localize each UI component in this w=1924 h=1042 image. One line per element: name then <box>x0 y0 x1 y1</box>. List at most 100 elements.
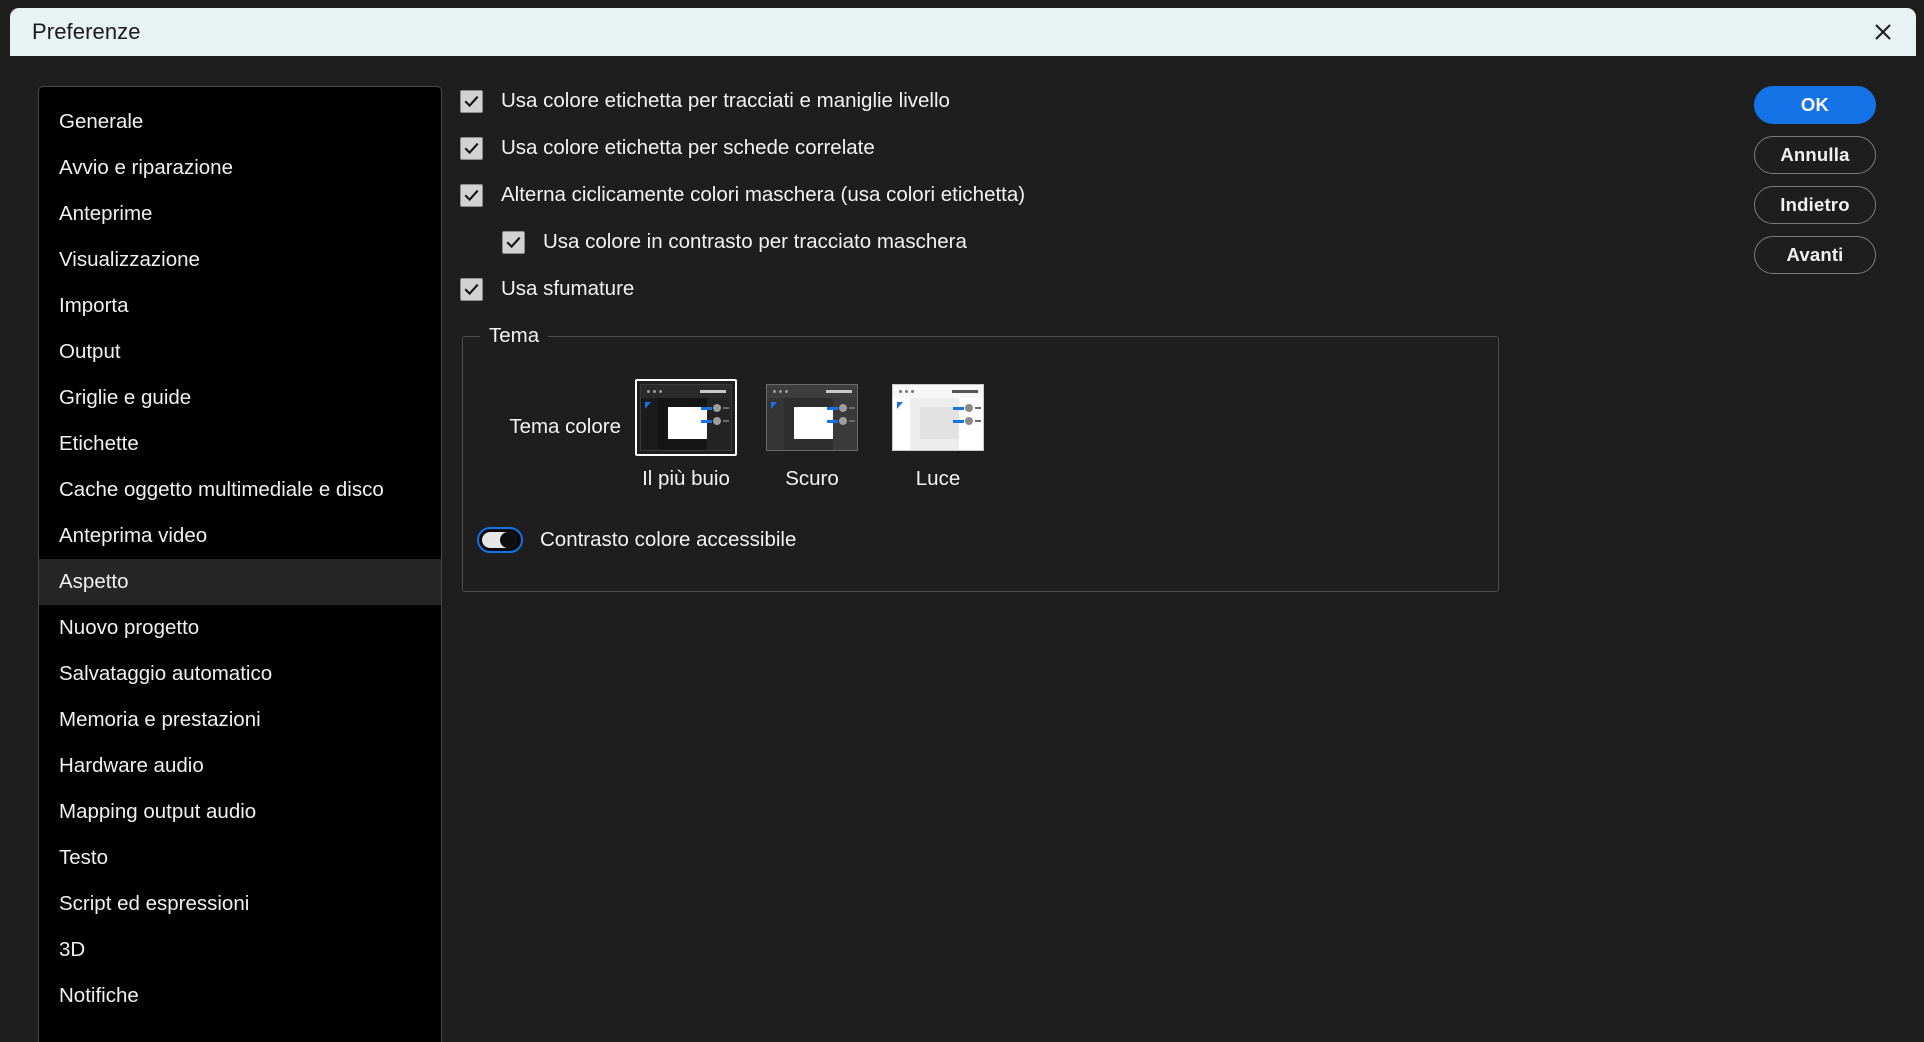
theme-thumbnail-darkest[interactable] <box>635 379 737 456</box>
checkbox-use-gradients[interactable] <box>460 277 483 301</box>
preview-slider <box>701 417 729 425</box>
sidebar-item-label: Aspetto <box>59 570 129 593</box>
dialog-body: Generale Avvio e riparazione Anteprime V… <box>10 56 1916 1042</box>
sidebar-item-importa[interactable]: Importa <box>39 283 441 329</box>
sidebar-item-label: Avvio e riparazione <box>59 156 233 179</box>
title-bar: Preferenze <box>10 8 1916 56</box>
preview-right-panel <box>701 398 731 450</box>
accessible-contrast-toggle[interactable] <box>477 527 523 553</box>
accessible-contrast-row[interactable]: Contrasto colore accessibile <box>477 527 796 553</box>
preview-left-panel <box>893 398 910 450</box>
check-icon <box>464 142 479 154</box>
preview-slider <box>953 404 981 412</box>
theme-color-label: Tema colore <box>509 415 621 438</box>
checkbox-label-color-paths[interactable] <box>460 89 483 113</box>
dialog-button-column: OK Annulla Indietro Avanti <box>1754 86 1876 286</box>
theme-group: Tema Tema colore Il più buio Scuro Luce … <box>462 324 1499 592</box>
sidebar-item-label: Importa <box>59 294 129 317</box>
theme-preview-darkest <box>640 384 732 451</box>
window-dots-icon <box>773 390 788 393</box>
preview-titlebar <box>767 385 857 398</box>
sidebar-item-label: Nuovo progetto <box>59 616 200 639</box>
window-dots-icon <box>647 390 662 393</box>
next-button[interactable]: Avanti <box>1754 236 1876 274</box>
sidebar-item-aspetto[interactable]: Aspetto <box>39 559 441 605</box>
theme-group-legend: Tema <box>480 324 549 348</box>
theme-thumbnail-dark[interactable] <box>761 379 863 456</box>
checkbox-label-color-tabs[interactable] <box>460 136 483 160</box>
sidebar-item-label: Anteprima video <box>59 524 208 547</box>
preview-titlebar <box>641 385 731 398</box>
cursor-icon <box>771 402 777 409</box>
preview-toolbar-line <box>826 390 852 393</box>
checkbox-contrast-mask-path[interactable] <box>502 230 525 254</box>
sidebar-item-testo[interactable]: Testo <box>39 835 441 881</box>
sidebar-item-3d[interactable]: 3D <box>39 927 441 973</box>
sidebar-item-label: Cache oggetto multimediale e disco <box>59 478 384 501</box>
checkbox-label: Usa colore etichetta per tracciati e man… <box>501 89 950 112</box>
theme-thumbnail-light[interactable] <box>887 379 989 456</box>
sidebar-item-script-ed-espressioni[interactable]: Script ed espressioni <box>39 881 441 927</box>
checkbox-row-label-color-paths[interactable]: Usa colore etichetta per tracciati e man… <box>460 82 1916 120</box>
toggle-knob <box>500 532 516 548</box>
sidebar-item-nuovo-progetto[interactable]: Nuovo progetto <box>39 605 441 651</box>
sidebar-item-anteprima-video[interactable]: Anteprima video <box>39 513 441 559</box>
cursor-icon <box>897 402 903 409</box>
sidebar-item-label: Output <box>59 340 121 363</box>
cursor-icon <box>645 402 651 409</box>
close-button[interactable] <box>1850 8 1916 56</box>
theme-thumbnails: Il più buio Scuro Luce <box>635 379 1013 491</box>
sidebar-item-label: Notifiche <box>59 984 139 1007</box>
sidebar-item-hardware-audio[interactable]: Hardware audio <box>39 743 441 789</box>
checkbox-cycle-mask-colors[interactable] <box>460 183 483 207</box>
checkbox-label: Usa colore etichetta per schede correlat… <box>501 136 875 159</box>
sidebar-item-notifiche[interactable]: Notifiche <box>39 973 441 1019</box>
sidebar-item-avvio-e-riparazione[interactable]: Avvio e riparazione <box>39 145 441 191</box>
sidebar-item-visualizzazione[interactable]: Visualizzazione <box>39 237 441 283</box>
sidebar-item-output[interactable]: Output <box>39 329 441 375</box>
preview-toolbar-line <box>700 390 726 393</box>
checkbox-label: Usa colore in contrasto per tracciato ma… <box>543 230 967 253</box>
accessible-contrast-label: Contrasto colore accessibile <box>540 528 797 551</box>
checkbox-row-contrast-mask-path[interactable]: Usa colore in contrasto per tracciato ma… <box>502 223 1916 261</box>
sidebar-item-salvataggio-automatico[interactable]: Salvataggio automatico <box>39 651 441 697</box>
checkbox-row-label-color-tabs[interactable]: Usa colore etichetta per schede correlat… <box>460 129 1916 167</box>
aspetto-settings-pane: Usa colore etichetta per tracciati e man… <box>460 82 1916 1042</box>
close-icon <box>1875 24 1891 40</box>
sidebar-item-label: Anteprime <box>59 202 153 225</box>
sidebar-item-label: 3D <box>59 938 86 961</box>
sidebar-item-label: Visualizzazione <box>59 248 200 271</box>
back-button[interactable]: Indietro <box>1754 186 1876 224</box>
sidebar-item-etichette[interactable]: Etichette <box>39 421 441 467</box>
sidebar-item-memoria-e-prestazioni[interactable]: Memoria e prestazioni <box>39 697 441 743</box>
sidebar-item-anteprime[interactable]: Anteprime <box>39 191 441 237</box>
theme-option-dark[interactable]: Scuro <box>761 379 863 491</box>
check-icon <box>464 283 479 295</box>
theme-preview-light <box>892 384 984 451</box>
sidebar-item-label: Mapping output audio <box>59 800 257 823</box>
theme-label-light: Luce <box>915 467 961 490</box>
sidebar-item-griglie-e-guide[interactable]: Griglie e guide <box>39 375 441 421</box>
preview-right-panel <box>953 398 983 450</box>
sidebar-item-label: Generale <box>59 110 144 133</box>
theme-option-light[interactable]: Luce <box>887 379 989 491</box>
sidebar-item-label: Testo <box>59 846 108 869</box>
ok-button[interactable]: OK <box>1754 86 1876 124</box>
sidebar-item-generale[interactable]: Generale <box>39 99 441 145</box>
theme-option-darkest[interactable]: Il più buio <box>635 379 737 491</box>
theme-selector-row: Tema colore Il più buio Scuro Luce <box>463 379 1498 491</box>
preferences-category-list[interactable]: Generale Avvio e riparazione Anteprime V… <box>38 86 442 1042</box>
preview-slider <box>953 417 981 425</box>
sidebar-item-label: Hardware audio <box>59 754 204 777</box>
sidebar-item-label: Griglie e guide <box>59 386 192 409</box>
checkbox-label: Usa sfumature <box>501 277 635 300</box>
checkbox-row-use-gradients[interactable]: Usa sfumature <box>460 270 1916 308</box>
sidebar-item-cache-oggetto-multimediale-e-disco[interactable]: Cache oggetto multimediale e disco <box>39 467 441 513</box>
checkbox-row-cycle-mask-colors[interactable]: Alterna ciclicamente colori maschera (us… <box>460 176 1916 214</box>
preferences-window: Preferenze Generale Avvio e riparazione … <box>0 0 1924 1042</box>
theme-label-darkest: Il più buio <box>642 467 730 490</box>
preview-titlebar <box>893 385 983 398</box>
sidebar-item-mapping-output-audio[interactable]: Mapping output audio <box>39 789 441 835</box>
cancel-button[interactable]: Annulla <box>1754 136 1876 174</box>
window-dots-icon <box>899 390 914 393</box>
